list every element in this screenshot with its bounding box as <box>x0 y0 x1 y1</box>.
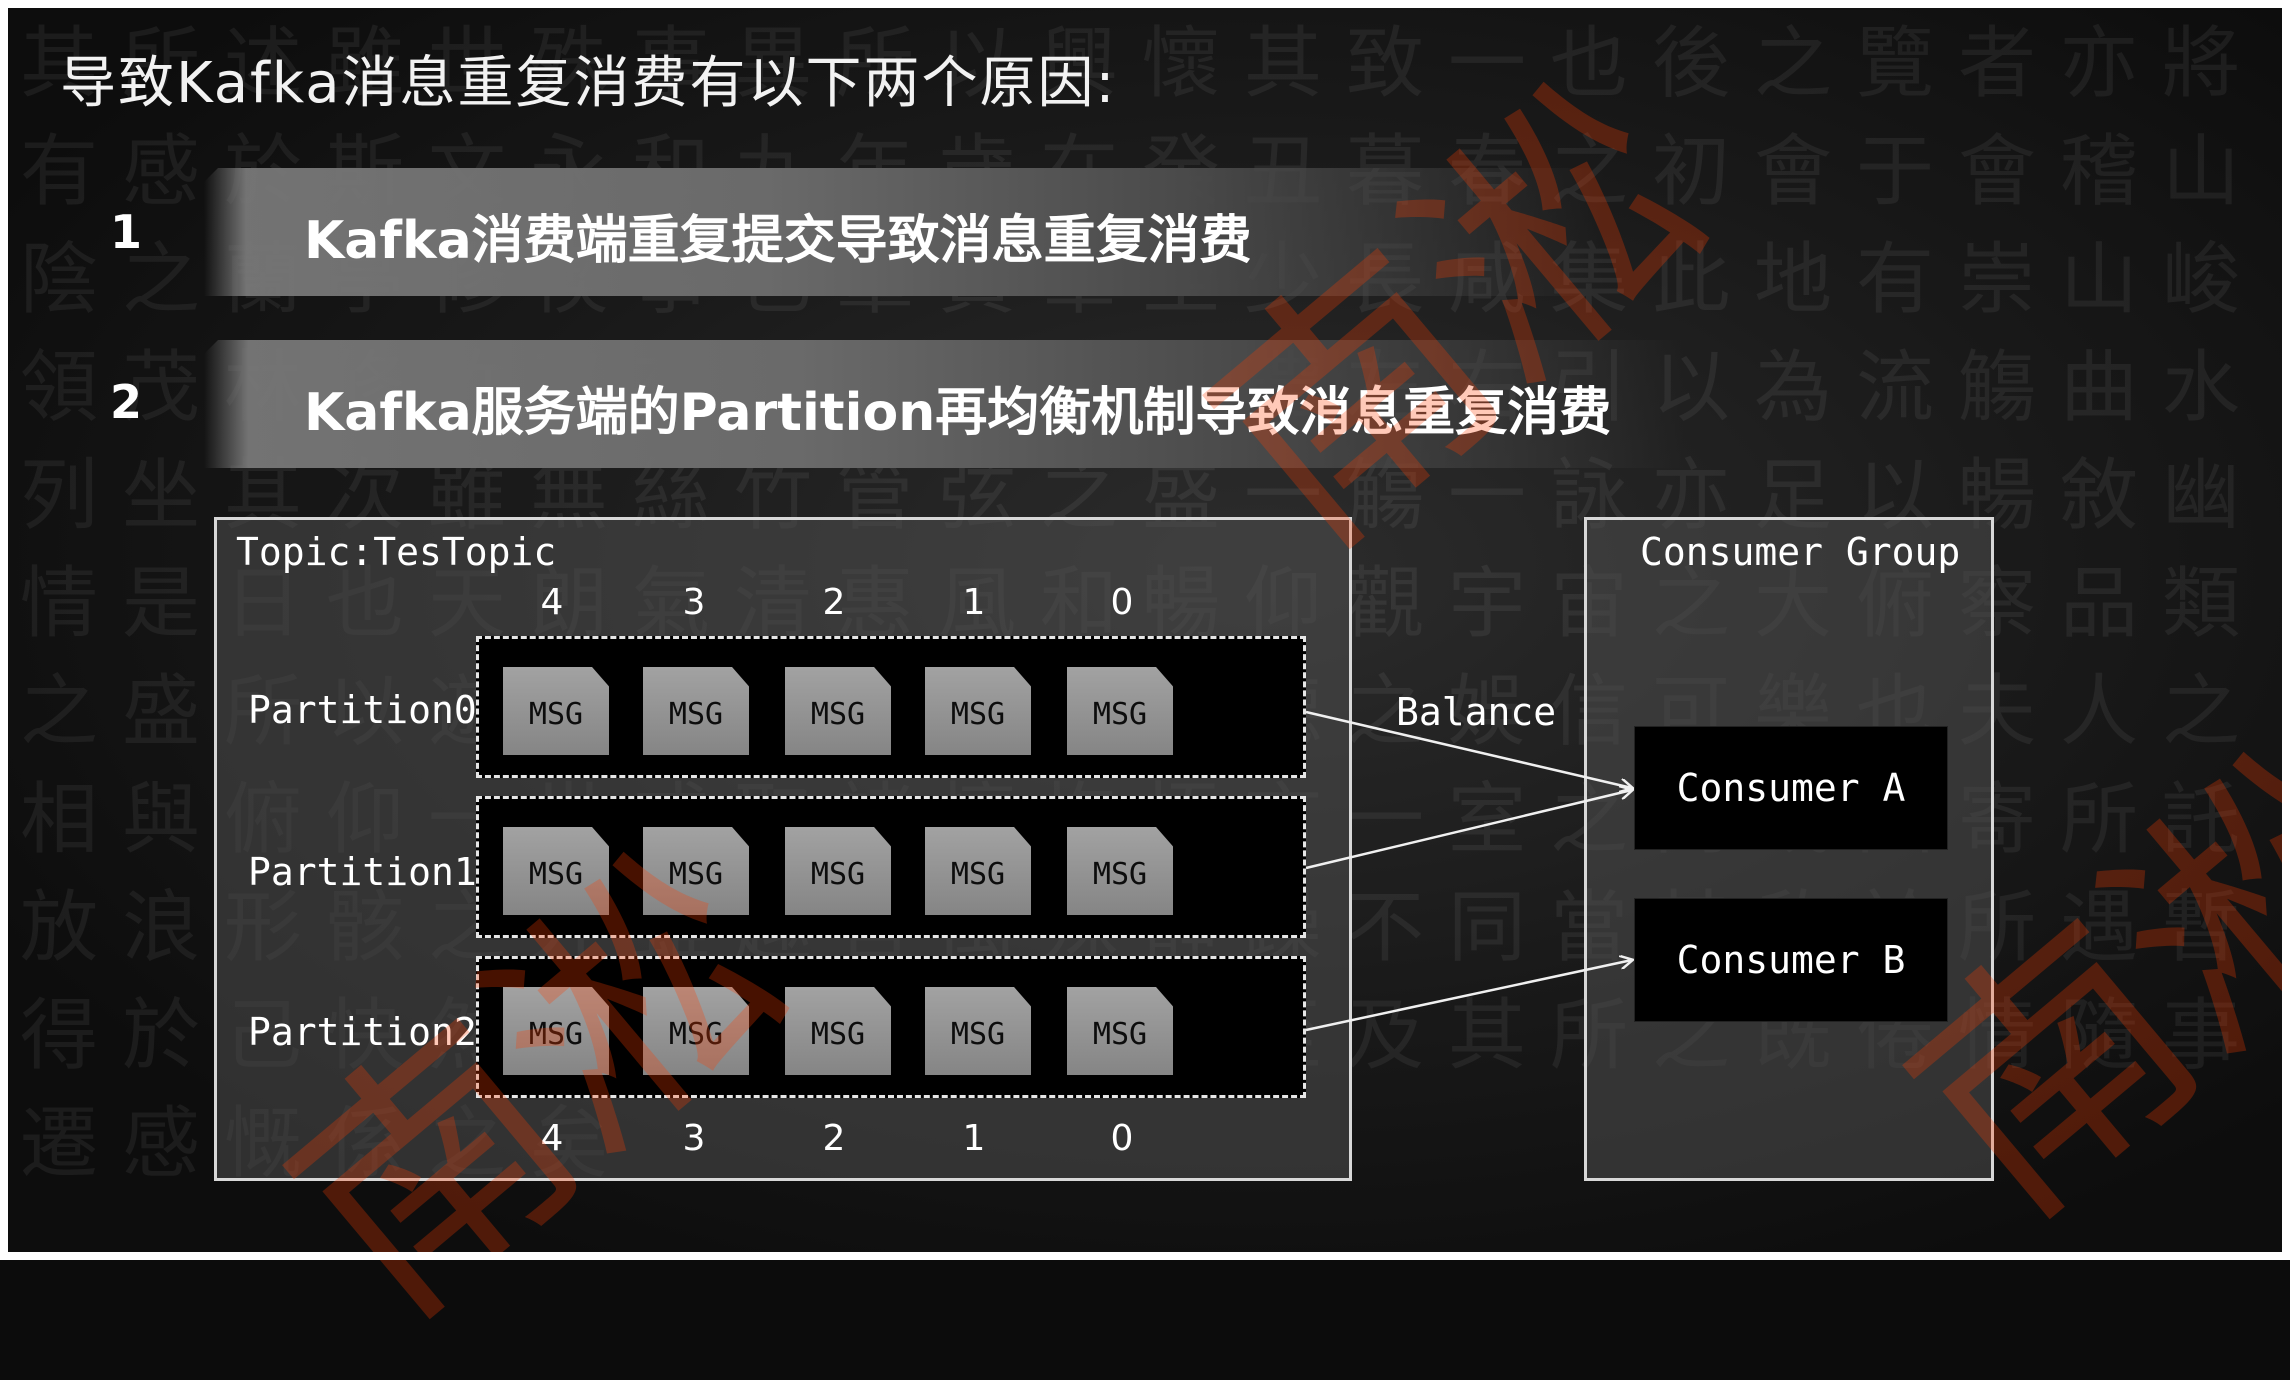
arrow-partition1-to-consumer-a <box>1305 790 1632 870</box>
arrow-partition0-to-consumer-a <box>1305 710 1632 788</box>
arrow-partition2-to-consumer-b <box>1305 960 1632 1032</box>
